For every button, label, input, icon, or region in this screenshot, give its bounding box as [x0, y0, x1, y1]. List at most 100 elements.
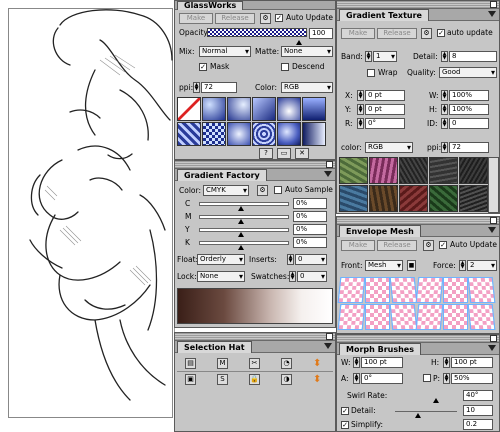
channel-field[interactable]: 0%	[293, 237, 327, 248]
ppi-stepper[interactable]: ▲ ▼	[193, 82, 200, 93]
gradient-preview[interactable]	[177, 288, 333, 324]
make-button[interactable]: Make	[341, 240, 375, 251]
hat-mode-icon[interactable]: ▤	[185, 358, 196, 369]
lock-select[interactable]: None	[197, 271, 245, 282]
panel-menu-icon[interactable]	[488, 227, 496, 233]
channel-field[interactable]: 0%	[293, 224, 327, 235]
gradient-texture-tab[interactable]: Gradient Texture	[339, 9, 429, 21]
glass-preset-thumb[interactable]	[202, 97, 226, 121]
channel-slider-thumb[interactable]	[237, 219, 244, 224]
panel-menu-icon[interactable]	[488, 345, 496, 351]
channel-slider[interactable]	[199, 228, 289, 237]
front-select[interactable]: Mesh	[365, 260, 403, 271]
id-field[interactable]: 0	[449, 118, 489, 129]
texture-preset-thumb[interactable]	[429, 185, 458, 212]
channel-slider[interactable]	[199, 202, 289, 211]
hat-mode-icon[interactable]: ✂	[249, 358, 260, 369]
mb-p-field[interactable]: 50%	[451, 373, 493, 384]
channel-field[interactable]: 0%	[293, 198, 327, 209]
quality-select[interactable]: Good	[439, 67, 497, 78]
morph-brushes-tab[interactable]: Morph Brushes	[339, 343, 421, 355]
mb-p-checkbox[interactable]	[423, 374, 431, 382]
float-select[interactable]: Orderly	[197, 254, 245, 265]
texture-preset-thumb[interactable]	[399, 185, 428, 212]
document-canvas[interactable]	[0, 0, 175, 432]
auto-update-checkbox[interactable]: ✓	[275, 14, 283, 22]
r-stepper[interactable]: ▲ ▼	[357, 118, 364, 129]
gradient-factory-tab[interactable]: Gradient Factory	[177, 169, 267, 181]
inserts-select[interactable]: 0	[295, 254, 327, 265]
texture-preset-thumb[interactable]	[459, 157, 488, 184]
texture-preset-thumb[interactable]	[429, 157, 458, 184]
help-icon[interactable]: ?	[259, 148, 273, 159]
hat-mode-icon[interactable]: M	[217, 358, 228, 369]
x-field[interactable]: 0 pt	[365, 90, 405, 101]
detail-field[interactable]: 8	[449, 51, 497, 62]
texture-scrollbar[interactable]	[488, 157, 499, 213]
mb-a-field[interactable]: 0°	[361, 373, 403, 384]
envelope-mesh-tab[interactable]: Envelope Mesh	[339, 225, 421, 237]
make-button[interactable]: Make	[341, 28, 375, 39]
close-icon[interactable]	[490, 217, 497, 224]
color-select[interactable]: RGB	[281, 82, 333, 93]
swatches-select[interactable]: 0	[297, 271, 327, 282]
glass-preset-thumb[interactable]	[252, 97, 276, 121]
channel-slider-thumb[interactable]	[237, 245, 244, 250]
texture-preset-thumb[interactable]	[459, 185, 488, 212]
gear-icon[interactable]: ⚙	[260, 13, 271, 24]
glassworks-tab[interactable]: GlassWorks	[177, 1, 244, 10]
texture-preset-thumb[interactable]	[369, 157, 398, 184]
hat-mode-icon[interactable]: ▣	[185, 374, 196, 385]
mb-a-stepper[interactable]: ▲ ▼	[353, 373, 360, 384]
mask-checkbox[interactable]: ✓	[199, 63, 207, 71]
mb-h-field[interactable]: 100 pt	[451, 357, 493, 368]
mesh-preset-thumb[interactable]	[337, 304, 366, 330]
channel-slider-thumb[interactable]	[237, 206, 244, 211]
mesh-preset-thumb[interactable]	[415, 277, 444, 303]
mix-select[interactable]: Normal	[199, 46, 251, 57]
panel-menu-icon[interactable]	[324, 171, 332, 177]
force-stepper[interactable]: ▲ ▼	[459, 260, 466, 271]
matte-select[interactable]: None	[281, 46, 333, 57]
gradient-factory-titlebar[interactable]	[175, 161, 335, 169]
swatches-stepper[interactable]: ▲ ▼	[289, 271, 296, 282]
close-icon[interactable]	[326, 161, 333, 168]
detail-slider[interactable]	[395, 411, 457, 418]
force-select[interactable]: 2	[467, 260, 497, 271]
mesh-preset-thumb[interactable]	[443, 277, 468, 303]
swirl-field[interactable]: 40°	[463, 390, 493, 401]
band-stepper[interactable]: ▲ ▼	[365, 51, 372, 62]
swirl-slider-thumb[interactable]	[433, 398, 439, 403]
gt-ppi-stepper[interactable]: ▲ ▼	[441, 142, 448, 153]
auto-update-checkbox[interactable]: ✓	[439, 241, 447, 249]
panel-menu-icon[interactable]	[488, 11, 496, 17]
selection-hat-tab[interactable]: Selection Hat	[177, 341, 252, 353]
texture-preset-thumb[interactable]	[369, 185, 398, 212]
descend-checkbox[interactable]	[281, 63, 289, 71]
glass-preset-thumb[interactable]	[227, 97, 251, 121]
gf-color-select[interactable]: CMYK	[203, 185, 249, 196]
ppi-field[interactable]: 72	[201, 82, 237, 93]
glass-preset-thumb[interactable]	[277, 122, 301, 146]
channel-slider[interactable]	[199, 241, 289, 250]
gt-ppi-field[interactable]: 72	[449, 142, 489, 153]
make-button[interactable]: Make	[179, 13, 213, 24]
orange-arrow-icon[interactable]: ⬍	[313, 374, 323, 385]
h-stepper[interactable]: ▲ ▼	[441, 104, 448, 115]
opacity-field[interactable]: 100	[309, 28, 333, 39]
mesh-preset-thumb[interactable]	[389, 277, 418, 303]
id-stepper[interactable]: ▲ ▼	[441, 118, 448, 129]
y-stepper[interactable]: ▲ ▼	[357, 104, 364, 115]
glass-preset-thumb[interactable]	[177, 122, 201, 146]
close-icon[interactable]	[490, 1, 497, 8]
w-field[interactable]: 100%	[449, 90, 489, 101]
channel-field[interactable]: 0%	[293, 211, 327, 222]
wrap-checkbox[interactable]	[367, 69, 375, 77]
w-stepper[interactable]: ▲ ▼	[441, 90, 448, 101]
glass-preset-thumb[interactable]	[302, 122, 326, 146]
simplify-checkbox[interactable]: ✓	[341, 421, 349, 429]
orange-arrow-icon[interactable]: ⬍	[313, 358, 323, 369]
band-select[interactable]: 1	[373, 51, 397, 62]
release-button[interactable]: Release	[377, 28, 417, 39]
texture-preset-thumb[interactable]	[399, 157, 428, 184]
